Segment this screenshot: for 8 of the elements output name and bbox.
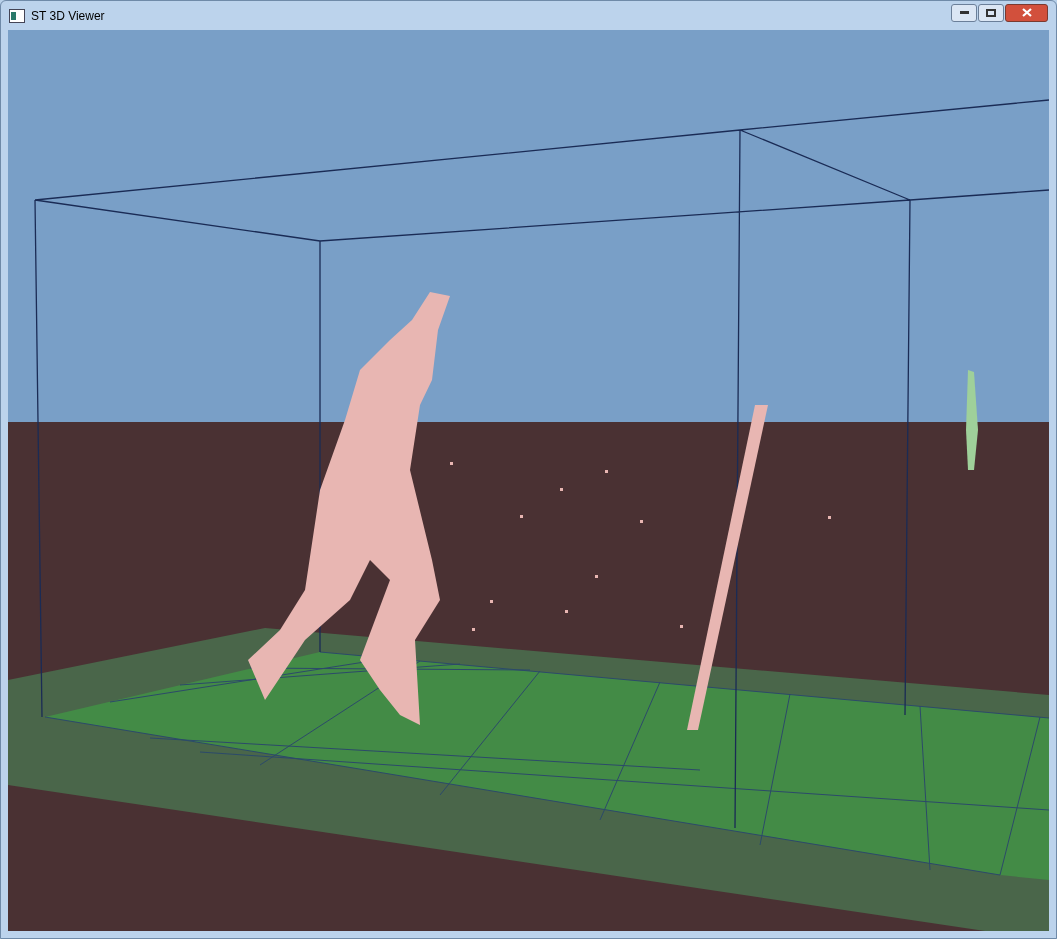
close-button[interactable] <box>1005 3 1048 22</box>
app-icon <box>9 8 25 23</box>
restore-icon <box>986 8 996 17</box>
maximize-button[interactable] <box>978 3 1004 22</box>
close-icon <box>1021 8 1032 17</box>
window-title: ST 3D Viewer <box>31 7 105 25</box>
minimize-icon <box>959 11 969 14</box>
minimize-button[interactable] <box>951 3 977 22</box>
